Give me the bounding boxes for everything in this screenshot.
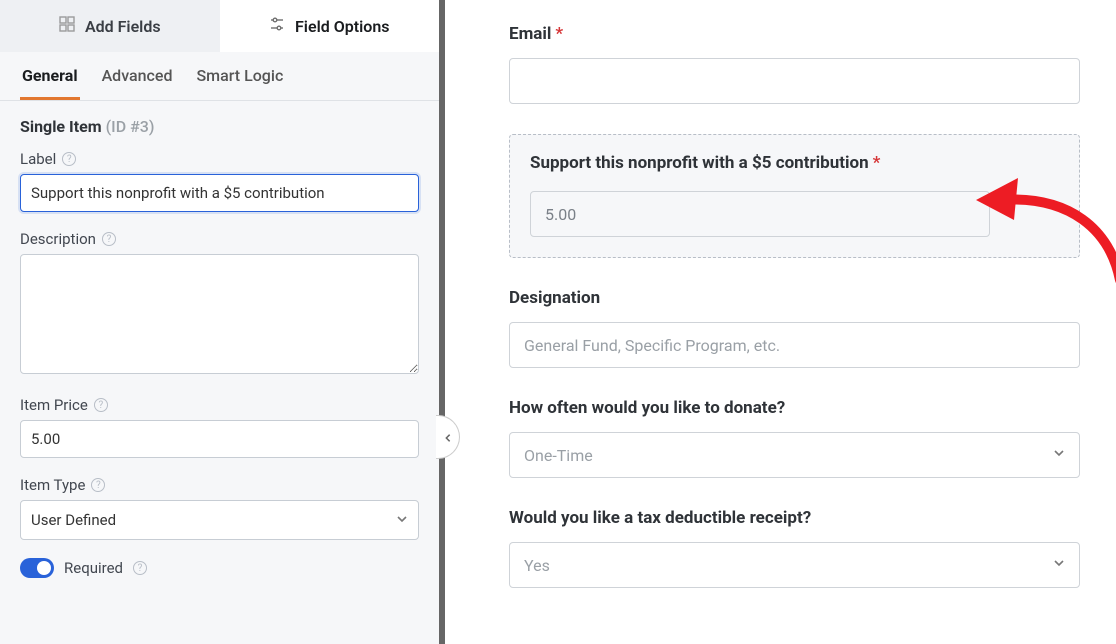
item-heading-id: (ID #3): [106, 117, 155, 136]
help-icon[interactable]: ?: [91, 478, 105, 492]
item-type-label-row: Item Type ?: [20, 476, 419, 494]
chevron-down-icon: [1053, 557, 1065, 573]
email-field-label: Email*: [509, 24, 1080, 44]
chevron-down-icon: [1053, 447, 1065, 463]
panel-body: Single Item (ID #3) Label ? Description …: [0, 101, 439, 644]
required-label: Required: [64, 559, 123, 577]
frequency-select[interactable]: One-Time: [509, 432, 1080, 478]
required-toggle-row: Required ?: [20, 558, 419, 578]
frequency-field-label: How often would you like to donate?: [509, 398, 1080, 418]
label-input[interactable]: [20, 174, 419, 212]
sub-tabs: General Advanced Smart Logic: [0, 52, 439, 101]
support-field-selected[interactable]: Support this nonprofit with a $5 contrib…: [509, 134, 1080, 258]
item-price-field-group: Item Price ?: [20, 396, 419, 458]
help-icon[interactable]: ?: [62, 152, 76, 166]
app-root: Add Fields Field Options General Advance…: [0, 0, 1116, 644]
item-heading: Single Item (ID #3): [20, 117, 419, 136]
support-field-label: Support this nonprofit with a $5 contrib…: [530, 153, 1059, 173]
grid-icon: [59, 16, 75, 36]
help-icon[interactable]: ?: [133, 561, 147, 575]
item-type-select[interactable]: User Defined: [20, 500, 419, 540]
description-field-label: Description: [20, 230, 96, 248]
options-sidebar: Add Fields Field Options General Advance…: [0, 0, 445, 644]
email-input[interactable]: [509, 58, 1080, 104]
item-price-label-row: Item Price ?: [20, 396, 419, 414]
support-label-text: Support this nonprofit with a $5 contrib…: [530, 153, 869, 173]
label-field-label: Label: [20, 150, 56, 168]
chevron-left-icon: [443, 428, 453, 447]
label-field-label-row: Label ?: [20, 150, 419, 168]
description-textarea[interactable]: [20, 254, 419, 374]
item-type-value: User Defined: [31, 511, 116, 529]
tab-field-options[interactable]: Field Options: [220, 0, 440, 52]
designation-field[interactable]: Designation General Fund, Specific Progr…: [509, 288, 1080, 368]
item-price-input[interactable]: [20, 420, 419, 458]
required-toggle[interactable]: [20, 558, 54, 578]
subtab-advanced[interactable]: Advanced: [100, 52, 175, 100]
label-field-group: Label ?: [20, 150, 419, 212]
top-tabs: Add Fields Field Options: [0, 0, 439, 52]
description-field-label-row: Description ?: [20, 230, 419, 248]
chevron-down-icon: [396, 511, 408, 529]
frequency-value: One-Time: [524, 446, 593, 465]
receipt-value: Yes: [524, 556, 550, 575]
required-indicator: *: [873, 153, 881, 173]
item-price-label: Item Price: [20, 396, 88, 414]
tab-field-options-label: Field Options: [295, 17, 389, 36]
email-label-text: Email: [509, 24, 551, 44]
help-icon[interactable]: ?: [102, 232, 116, 246]
receipt-field-label: Would you like a tax deductible receipt?: [509, 508, 1080, 528]
designation-placeholder-text: General Fund, Specific Program, etc.: [524, 336, 780, 355]
receipt-field[interactable]: Would you like a tax deductible receipt?…: [509, 508, 1080, 588]
description-field-group: Description ?: [20, 230, 419, 378]
receipt-select[interactable]: Yes: [509, 542, 1080, 588]
sliders-icon: [269, 16, 285, 36]
required-indicator: *: [555, 24, 563, 44]
subtab-smart-logic[interactable]: Smart Logic: [194, 52, 285, 100]
support-amount-value: 5.00: [545, 205, 576, 224]
email-field[interactable]: Email*: [509, 24, 1080, 104]
help-icon[interactable]: ?: [94, 398, 108, 412]
designation-input[interactable]: General Fund, Specific Program, etc.: [509, 322, 1080, 368]
tab-add-fields-label: Add Fields: [85, 17, 161, 36]
support-amount-input[interactable]: 5.00: [530, 191, 990, 237]
item-heading-name: Single Item: [20, 117, 102, 136]
form-preview: Email* Support this nonprofit with a $5 …: [445, 0, 1116, 644]
frequency-field[interactable]: How often would you like to donate? One-…: [509, 398, 1080, 478]
tab-add-fields[interactable]: Add Fields: [0, 0, 220, 52]
subtab-general[interactable]: General: [20, 52, 80, 100]
designation-field-label: Designation: [509, 288, 1080, 308]
item-type-label: Item Type: [20, 476, 85, 494]
item-type-field-group: Item Type ? User Defined: [20, 476, 419, 540]
